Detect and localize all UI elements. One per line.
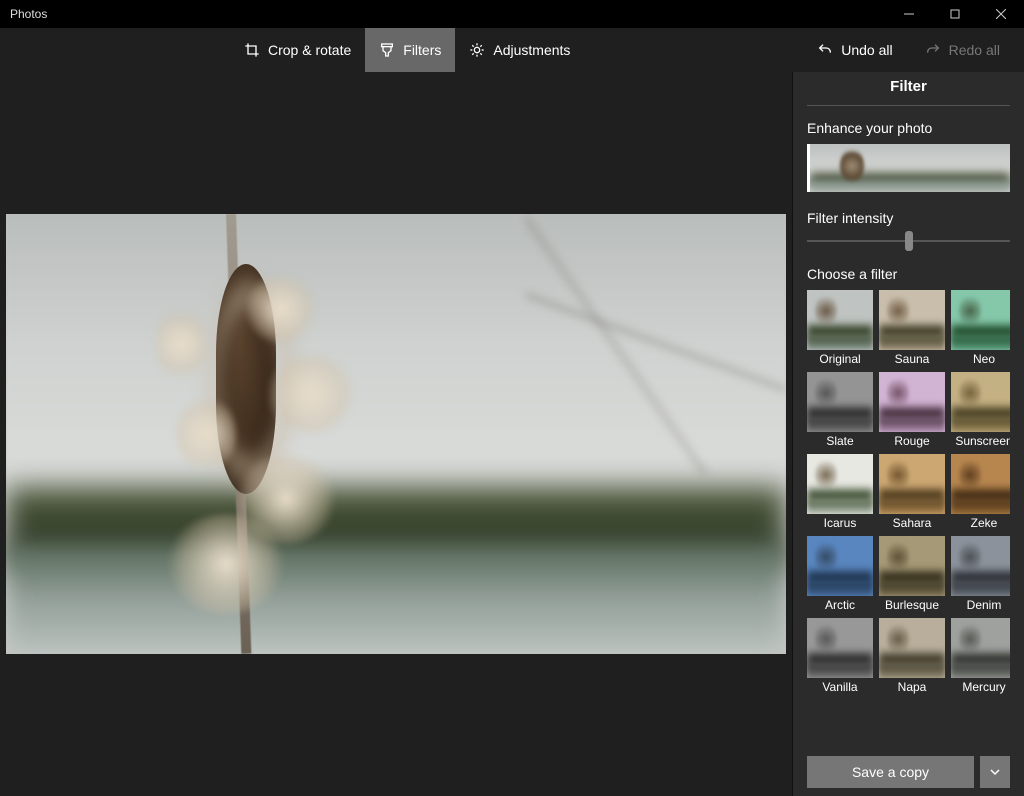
save-copy-button[interactable]: Save a copy bbox=[807, 756, 974, 788]
filter-thumbnail bbox=[951, 372, 1010, 432]
filter-slate[interactable]: Slate bbox=[807, 372, 873, 448]
filter-thumbnail bbox=[879, 618, 945, 678]
filter-grid: Original Sauna Neo Slate Rouge Sunscreen Icaru… bbox=[807, 290, 1010, 694]
filter-panel: Filter Enhance your photo Filter intensi… bbox=[792, 72, 1024, 796]
filter-denim[interactable]: Denim bbox=[951, 536, 1010, 612]
filter-thumbnail bbox=[807, 618, 873, 678]
chevron-down-icon bbox=[989, 766, 1001, 778]
filter-thumbnail bbox=[807, 372, 873, 432]
filter-thumbnail bbox=[879, 454, 945, 514]
filter-label: Rouge bbox=[894, 434, 929, 448]
filter-burlesque[interactable]: Burlesque bbox=[879, 536, 945, 612]
filter-thumbnail bbox=[951, 290, 1010, 350]
enhance-photo-button[interactable] bbox=[807, 144, 1010, 192]
filter-label: Zeke bbox=[971, 516, 998, 530]
filter-sahara[interactable]: Sahara bbox=[879, 454, 945, 530]
filter-thumbnail bbox=[951, 454, 1010, 514]
filters-tab[interactable]: Filters bbox=[365, 28, 455, 72]
main-image[interactable] bbox=[6, 214, 786, 654]
filter-label: Neo bbox=[973, 352, 995, 366]
maximize-button[interactable] bbox=[932, 0, 978, 28]
filter-label: Arctic bbox=[825, 598, 855, 612]
filters-icon bbox=[379, 42, 395, 58]
undo-all-label: Undo all bbox=[841, 42, 892, 58]
save-copy-label: Save a copy bbox=[852, 764, 929, 780]
crop-icon bbox=[244, 42, 260, 58]
filter-napa[interactable]: Napa bbox=[879, 618, 945, 694]
filter-original[interactable]: Original bbox=[807, 290, 873, 366]
filter-intensity-slider[interactable] bbox=[807, 234, 1010, 248]
intensity-section-label: Filter intensity bbox=[807, 210, 1010, 226]
filter-label: Mercury bbox=[962, 680, 1005, 694]
undo-all-button[interactable]: Undo all bbox=[803, 28, 906, 72]
adjustments-label: Adjustments bbox=[493, 42, 570, 58]
crop-rotate-label: Crop & rotate bbox=[268, 42, 351, 58]
filter-label: Vanilla bbox=[822, 680, 857, 694]
choose-filter-label: Choose a filter bbox=[807, 266, 1010, 282]
maximize-icon bbox=[950, 9, 960, 19]
enhance-section-label: Enhance your photo bbox=[807, 120, 1010, 136]
image-canvas-area bbox=[0, 72, 792, 796]
filter-label: Napa bbox=[898, 680, 927, 694]
filter-thumbnail bbox=[951, 618, 1010, 678]
filter-thumbnail bbox=[879, 536, 945, 596]
edit-toolbar: Crop & rotate Filters Adjustments Undo a… bbox=[0, 28, 1024, 72]
filter-vanilla[interactable]: Vanilla bbox=[807, 618, 873, 694]
filter-rouge[interactable]: Rouge bbox=[879, 372, 945, 448]
undo-icon bbox=[817, 42, 833, 58]
filter-mercury[interactable]: Mercury bbox=[951, 618, 1010, 694]
filter-thumbnail bbox=[807, 454, 873, 514]
filter-thumbnail bbox=[951, 536, 1010, 596]
filter-label: Sunscreen bbox=[955, 434, 1010, 448]
window-controls bbox=[886, 0, 1024, 28]
filter-thumbnail bbox=[879, 290, 945, 350]
adjustments-icon bbox=[469, 42, 485, 58]
slider-thumb[interactable] bbox=[905, 231, 913, 251]
filter-thumbnail bbox=[807, 536, 873, 596]
minimize-button[interactable] bbox=[886, 0, 932, 28]
redo-all-button: Redo all bbox=[911, 28, 1014, 72]
panel-title: Filter bbox=[807, 72, 1010, 106]
filter-icarus[interactable]: Icarus bbox=[807, 454, 873, 530]
filters-tab-label: Filters bbox=[403, 42, 441, 58]
filter-zeke[interactable]: Zeke bbox=[951, 454, 1010, 530]
filter-label: Icarus bbox=[824, 516, 857, 530]
filter-sunscreen[interactable]: Sunscreen bbox=[951, 372, 1010, 448]
filter-label: Original bbox=[819, 352, 860, 366]
filter-label: Denim bbox=[967, 598, 1002, 612]
crop-rotate-tab[interactable]: Crop & rotate bbox=[230, 28, 365, 72]
app-title: Photos bbox=[0, 7, 47, 21]
filter-neo[interactable]: Neo bbox=[951, 290, 1010, 366]
filter-arctic[interactable]: Arctic bbox=[807, 536, 873, 612]
redo-icon bbox=[925, 42, 941, 58]
filter-label: Sahara bbox=[893, 516, 932, 530]
filter-label: Slate bbox=[826, 434, 853, 448]
filter-sauna[interactable]: Sauna bbox=[879, 290, 945, 366]
redo-all-label: Redo all bbox=[949, 42, 1000, 58]
filter-thumbnail bbox=[807, 290, 873, 350]
filter-label: Burlesque bbox=[885, 598, 939, 612]
title-bar: Photos bbox=[0, 0, 1024, 28]
filter-thumbnail bbox=[879, 372, 945, 432]
close-button[interactable] bbox=[978, 0, 1024, 28]
adjustments-tab[interactable]: Adjustments bbox=[455, 28, 584, 72]
close-icon bbox=[996, 9, 1006, 19]
save-copy-dropdown[interactable] bbox=[980, 756, 1010, 788]
minimize-icon bbox=[904, 9, 914, 19]
filter-label: Sauna bbox=[895, 352, 930, 366]
